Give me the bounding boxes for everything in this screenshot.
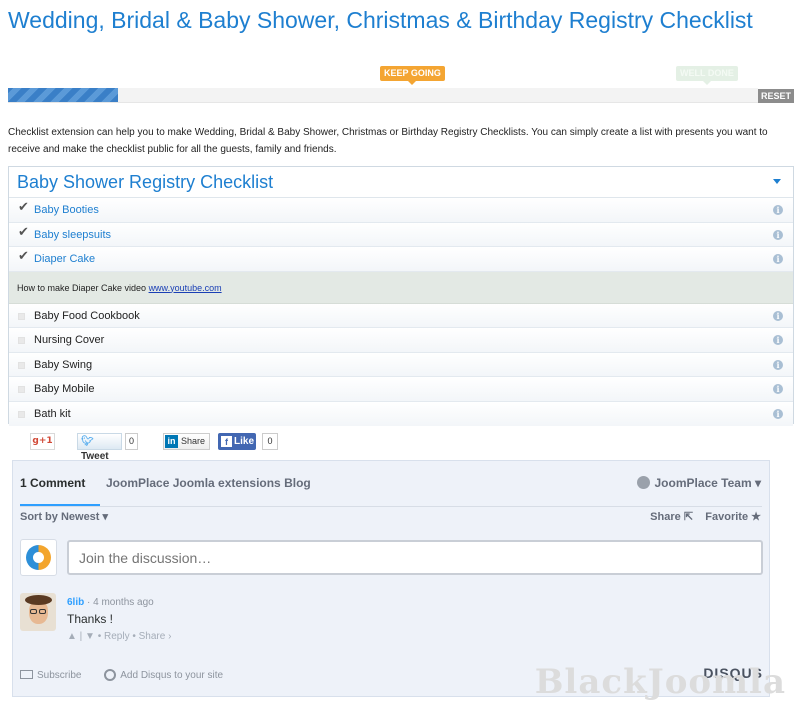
divider <box>20 506 762 507</box>
checkbox[interactable] <box>18 410 25 418</box>
disqus-icon[interactable] <box>104 669 117 681</box>
note-text: How to make Diaper Cake video www.youtub… <box>17 282 222 293</box>
info-icon[interactable]: i <box>773 335 783 345</box>
facebook-like-button[interactable]: f Like <box>218 433 256 450</box>
checklist-item[interactable]: ✔ Baby sleepsuits i <box>9 222 793 247</box>
keep-going-badge: KEEP GOING <box>380 66 445 85</box>
checkmark-icon[interactable]: ✔ <box>18 249 29 264</box>
checklist-item-label: Baby Food Cookbook <box>34 309 140 322</box>
checkmark-icon[interactable]: ✔ <box>18 200 29 215</box>
checklist-item-label: Baby Swing <box>34 358 93 371</box>
checkbox[interactable] <box>18 361 25 369</box>
info-icon[interactable]: i <box>773 254 783 264</box>
item-note: How to make Diaper Cake video www.youtub… <box>9 271 793 304</box>
checklist-item-label: Baby Booties <box>34 204 99 216</box>
comment-actions[interactable]: ▲ | ▼ • Reply • Share › <box>67 631 171 642</box>
star-icon[interactable]: ★ <box>751 511 761 523</box>
youtube-link[interactable]: www.youtube.com <box>149 283 222 293</box>
linkedin-label: Share <box>181 436 206 446</box>
share-icon[interactable]: ⇱ <box>684 511 696 523</box>
checkbox[interactable] <box>18 386 25 393</box>
add-disqus-link[interactable]: Add Disqus to your site <box>120 670 223 681</box>
joomplace-logo-icon <box>26 545 51 570</box>
tweet-button[interactable]: 🐦︎ Tweet <box>77 433 122 462</box>
commenter-avatar[interactable] <box>20 593 56 631</box>
comment-meta: 6lib · 4 months ago <box>67 597 154 608</box>
watermark: BlackJoomla <box>534 662 786 702</box>
tab-comments[interactable]: 1 Comment <box>20 476 85 490</box>
checkbox[interactable] <box>18 337 25 344</box>
checkmark-icon[interactable]: ✔ <box>18 225 29 240</box>
sort-dropdown[interactable]: Sort by Newest ▾ <box>20 510 108 523</box>
info-icon[interactable]: i <box>773 310 783 321</box>
checklist-item[interactable]: Nursing Cover i <box>9 328 793 353</box>
facebook-like-label: Like <box>234 436 255 447</box>
user-icon <box>637 476 651 489</box>
hair-icon <box>25 595 52 605</box>
google-plus-button[interactable]: g+1 <box>30 433 55 450</box>
chevron-down-icon[interactable] <box>773 179 781 184</box>
twitter-icon: 🐦︎ <box>81 436 94 447</box>
progress-bar <box>8 88 758 103</box>
checklist-item-label: Baby Mobile <box>34 383 95 395</box>
tab-blog[interactable]: JoomPlace Joomla extensions Blog <box>106 476 311 490</box>
checklist-item-label: Nursing Cover <box>34 334 105 346</box>
info-icon[interactable]: i <box>773 205 783 215</box>
linkedin-icon: in <box>165 435 178 448</box>
info-icon[interactable]: i <box>773 229 783 240</box>
comment-body: Thanks ! <box>67 612 114 626</box>
share-favorite-bar: Share ⇱ Favorite ★ <box>650 510 761 523</box>
reset-button[interactable]: RESET <box>758 89 794 103</box>
comment-author[interactable]: 6lib <box>67 597 84 608</box>
checklist-item[interactable]: ✔ Diaper Cake i <box>9 247 793 272</box>
checklist-item[interactable]: Bath kit i <box>9 401 793 426</box>
comment-time[interactable]: 4 months ago <box>93 597 154 608</box>
glasses-icon <box>30 609 37 614</box>
progress-fill <box>8 88 119 102</box>
checklist-item-label: Baby sleepsuits <box>34 228 112 241</box>
checklist-header[interactable]: Baby Shower Registry Checklist <box>9 167 793 198</box>
page-title: Wedding, Bridal & Baby Shower, Christmas… <box>8 7 753 33</box>
checklist-item-label: Diaper Cake <box>34 253 96 265</box>
share-button[interactable]: Share <box>650 511 681 523</box>
join-discussion-input[interactable] <box>67 540 763 575</box>
checklist-item[interactable]: Baby Mobile i <box>9 377 793 402</box>
checklist-item[interactable]: ✔ Baby Booties i <box>9 198 793 223</box>
well-done-badge: WELL DONE <box>676 66 738 85</box>
checklist-item[interactable]: Baby Swing i <box>9 352 793 377</box>
disqus-footer: Subscribe Add Disqus to your site <box>20 669 223 681</box>
envelope-icon[interactable] <box>20 670 33 679</box>
tweet-count: 0 <box>125 433 138 450</box>
checklist-item[interactable]: Baby Food Cookbook i <box>9 303 793 328</box>
info-icon[interactable]: i <box>773 359 783 370</box>
glasses-icon <box>39 609 46 614</box>
facebook-icon: f <box>221 436 232 447</box>
checklist-title: Baby Shower Registry Checklist <box>17 172 274 192</box>
info-icon[interactable]: i <box>773 408 783 419</box>
checklist-panel: Baby Shower Registry Checklist ✔ Baby Bo… <box>8 166 794 426</box>
favorite-button[interactable]: Favorite <box>705 511 748 523</box>
checkbox[interactable] <box>18 312 25 320</box>
intro-text: Checklist extension can help you to make… <box>8 127 768 155</box>
user-menu[interactable]: JoomPlace Team ▾ <box>637 476 761 490</box>
facebook-like-count: 0 <box>262 433 278 450</box>
progress-section: KEEP GOING WELL DONE RESET <box>8 66 794 106</box>
user-name: JoomPlace Team ▾ <box>654 476 761 490</box>
subscribe-link[interactable]: Subscribe <box>37 670 81 681</box>
info-icon[interactable]: i <box>773 384 783 394</box>
avatar <box>20 539 57 576</box>
linkedin-share-button[interactable]: in Share <box>163 433 210 450</box>
checklist-item-label: Bath kit <box>34 407 71 420</box>
